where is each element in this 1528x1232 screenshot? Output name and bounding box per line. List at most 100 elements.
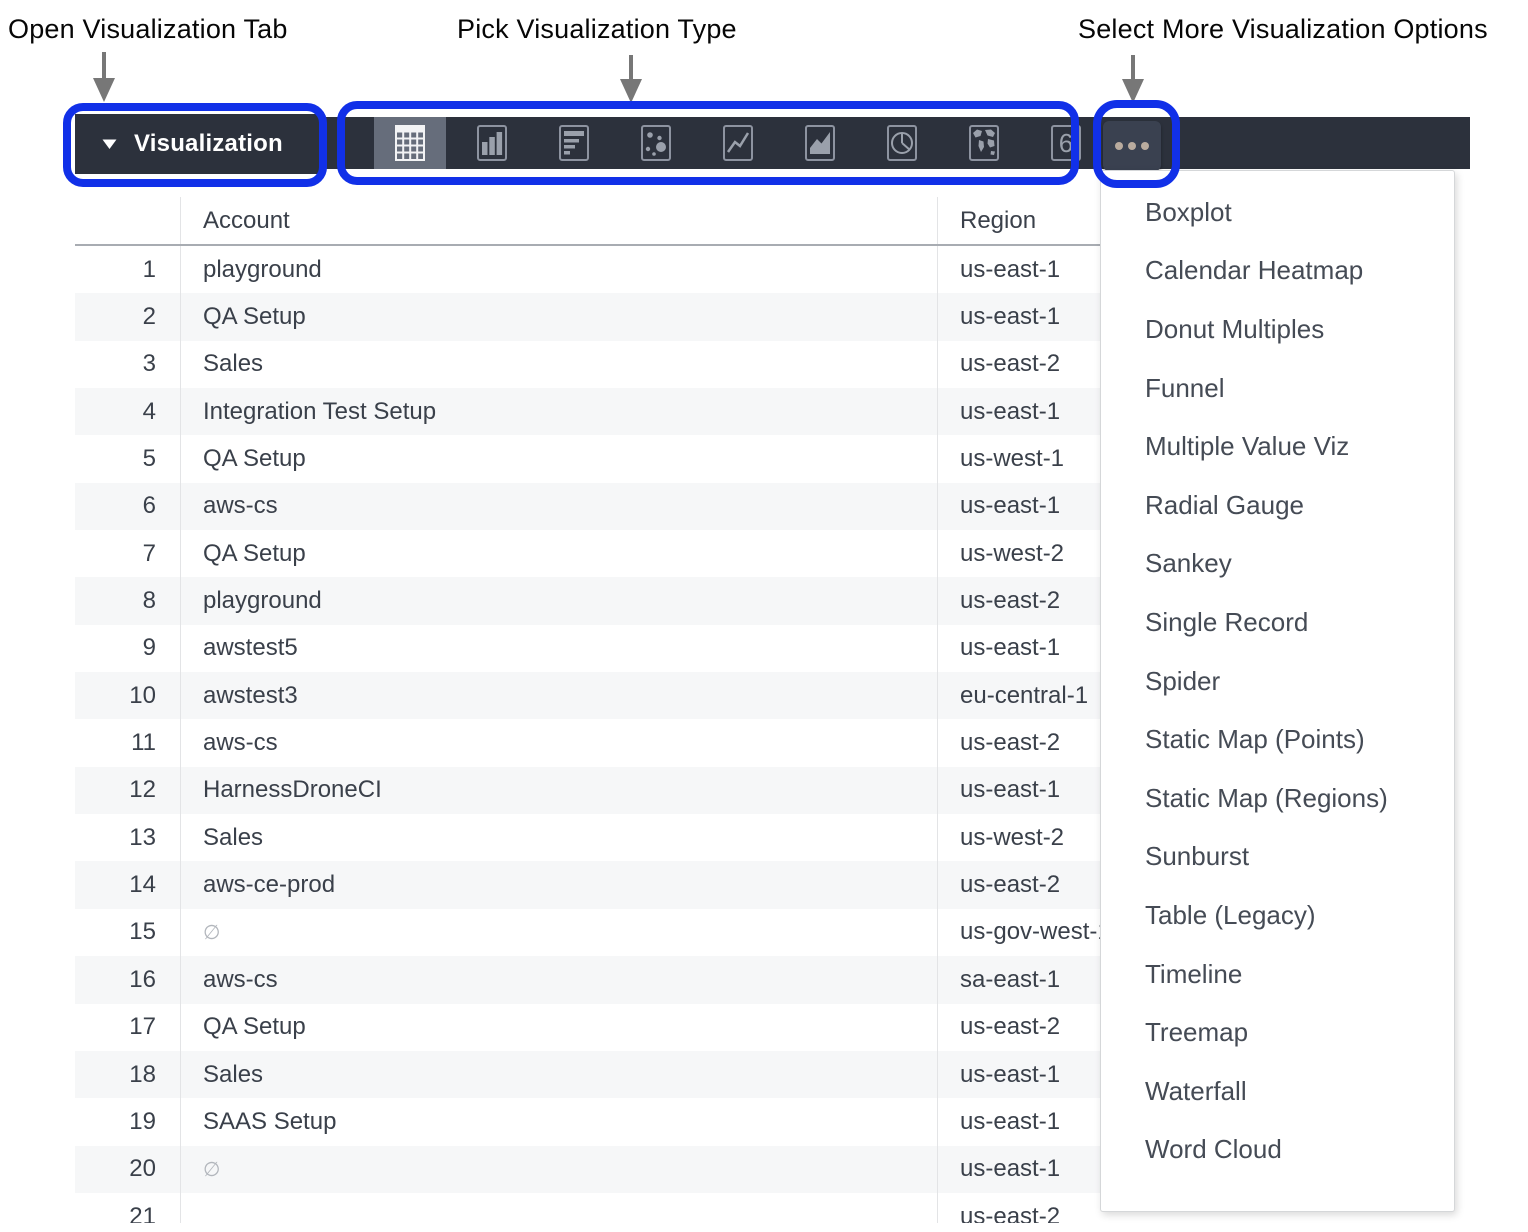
account-cell: Integration Test Setup [180, 388, 937, 435]
table-row: 19SAAS Setupus-east-1 [75, 1098, 1100, 1145]
column-header-account[interactable]: Account [180, 197, 937, 244]
menu-item-static-map-points[interactable]: Static Map (Points) [1101, 710, 1454, 769]
row-number: 4 [75, 398, 180, 426]
row-number: 8 [75, 587, 180, 615]
row-number: 10 [75, 682, 180, 710]
viz-type-single-value-button[interactable]: 6 [1030, 117, 1102, 169]
row-number: 7 [75, 540, 180, 568]
menu-item-table-legacy[interactable]: Table (Legacy) [1101, 886, 1454, 945]
area-chart-icon [805, 125, 835, 161]
single-value-icon: 6 [1051, 125, 1081, 161]
menu-item-calendar-heatmap[interactable]: Calendar Heatmap [1101, 242, 1454, 301]
menu-item-waterfall[interactable]: Waterfall [1101, 1062, 1454, 1121]
menu-item-sankey[interactable]: Sankey [1101, 535, 1454, 594]
viz-type-row: 6 [374, 117, 1112, 169]
viz-type-scatter-button[interactable] [620, 117, 692, 169]
account-cell: QA Setup [180, 530, 937, 577]
table-row: 5QA Setupus-west-1 [75, 435, 1100, 482]
table-row: 1playgroundus-east-1 [75, 246, 1100, 293]
menu-item-radial-gauge[interactable]: Radial Gauge [1101, 476, 1454, 535]
column-header-region[interactable]: Region [937, 197, 1100, 244]
menu-item-boxplot[interactable]: Boxplot [1101, 183, 1454, 242]
menu-item-funnel[interactable]: Funnel [1101, 359, 1454, 418]
account-cell: ∅ [180, 1146, 937, 1193]
annotation-pick-visualization-type: Pick Visualization Type [457, 14, 737, 45]
region-cell: us-west-1 [937, 435, 1100, 482]
table-row: 7QA Setupus-west-2 [75, 530, 1100, 577]
menu-item-multiple-value-viz[interactable]: Multiple Value Viz [1101, 417, 1454, 476]
table-row: 16aws-cssa-east-1 [75, 956, 1100, 1003]
table-viz-icon [395, 125, 425, 161]
null-value-icon: ∅ [203, 920, 220, 945]
viz-type-table-button[interactable] [374, 117, 446, 169]
menu-item-single-record[interactable]: Single Record [1101, 593, 1454, 652]
null-value-icon: ∅ [203, 1157, 220, 1182]
row-number: 14 [75, 871, 180, 899]
account-cell: QA Setup [180, 435, 937, 482]
table-row: 17QA Setupus-east-2 [75, 1004, 1100, 1051]
account-cell: HarnessDroneCI [180, 767, 937, 814]
viz-type-bar-button[interactable] [538, 117, 610, 169]
table-row: 15∅us-gov-west-1 [75, 909, 1100, 956]
visualization-tab[interactable]: Visualization [75, 114, 320, 174]
region-cell: us-west-2 [937, 530, 1100, 577]
caret-down-icon [102, 139, 117, 150]
results-table: Account Region 1playgroundus-east-12QA S… [75, 197, 1100, 1223]
table-row: 2QA Setupus-east-1 [75, 293, 1100, 340]
viz-type-column-button[interactable] [456, 117, 528, 169]
region-cell: us-gov-west-1 [937, 909, 1100, 956]
table-row: 9awstest5us-east-1 [75, 625, 1100, 672]
viz-type-pie-button[interactable] [866, 117, 938, 169]
row-number: 16 [75, 966, 180, 994]
menu-item-timeline[interactable]: Timeline [1101, 945, 1454, 1004]
table-row: 21us-east-2 [75, 1193, 1100, 1223]
visualization-tab-label: Visualization [134, 130, 283, 158]
row-number: 21 [75, 1203, 180, 1223]
table-row: 18Salesus-east-1 [75, 1051, 1100, 1098]
row-number: 2 [75, 303, 180, 331]
region-cell: us-east-2 [937, 1004, 1100, 1051]
menu-item-donut-multiples[interactable]: Donut Multiples [1101, 300, 1454, 359]
menu-item-sunburst[interactable]: Sunburst [1101, 828, 1454, 887]
menu-item-spider[interactable]: Spider [1101, 652, 1454, 711]
more-viz-options-button[interactable] [1103, 121, 1161, 171]
region-cell: us-east-1 [937, 1051, 1100, 1098]
account-cell: Sales [180, 1051, 937, 1098]
row-number: 13 [75, 824, 180, 852]
table-row: 13Salesus-west-2 [75, 814, 1100, 861]
menu-item-word-cloud[interactable]: Word Cloud [1101, 1121, 1454, 1180]
account-cell: aws-cs [180, 956, 937, 1003]
viz-type-line-button[interactable] [702, 117, 774, 169]
scatter-plot-icon [641, 125, 671, 161]
region-cell: us-east-2 [937, 341, 1100, 388]
region-cell: us-east-2 [937, 861, 1100, 908]
region-cell: us-east-1 [937, 483, 1100, 530]
table-row: 4Integration Test Setupus-east-1 [75, 388, 1100, 435]
row-number: 11 [75, 729, 180, 757]
row-number: 6 [75, 492, 180, 520]
region-cell: us-east-1 [937, 293, 1100, 340]
viz-type-area-button[interactable] [784, 117, 856, 169]
account-cell: playground [180, 246, 937, 293]
more-viz-menu: BoxplotCalendar HeatmapDonut MultiplesFu… [1100, 170, 1455, 1212]
menu-item-static-map-regions[interactable]: Static Map (Regions) [1101, 769, 1454, 828]
account-cell: awstest5 [180, 625, 937, 672]
looker-visualization-screenshot: Open Visualization Tab Pick Visualizatio… [0, 0, 1528, 1232]
table-body: 1playgroundus-east-12QA Setupus-east-13S… [75, 246, 1100, 1223]
line-chart-icon [723, 125, 753, 161]
map-icon [969, 125, 999, 161]
row-number: 5 [75, 445, 180, 473]
account-cell: QA Setup [180, 293, 937, 340]
row-number: 20 [75, 1155, 180, 1183]
region-cell: us-east-1 [937, 767, 1100, 814]
account-cell: aws-ce-prod [180, 861, 937, 908]
svg-text:6: 6 [1059, 128, 1073, 158]
viz-type-map-button[interactable] [948, 117, 1020, 169]
table-row: 11aws-csus-east-2 [75, 719, 1100, 766]
menu-item-treemap[interactable]: Treemap [1101, 1003, 1454, 1062]
account-cell: awstest3 [180, 672, 937, 719]
region-cell: us-east-1 [937, 1098, 1100, 1145]
table-row: 12HarnessDroneCIus-east-1 [75, 767, 1100, 814]
region-cell: eu-central-1 [937, 672, 1100, 719]
region-cell: sa-east-1 [937, 956, 1100, 1003]
